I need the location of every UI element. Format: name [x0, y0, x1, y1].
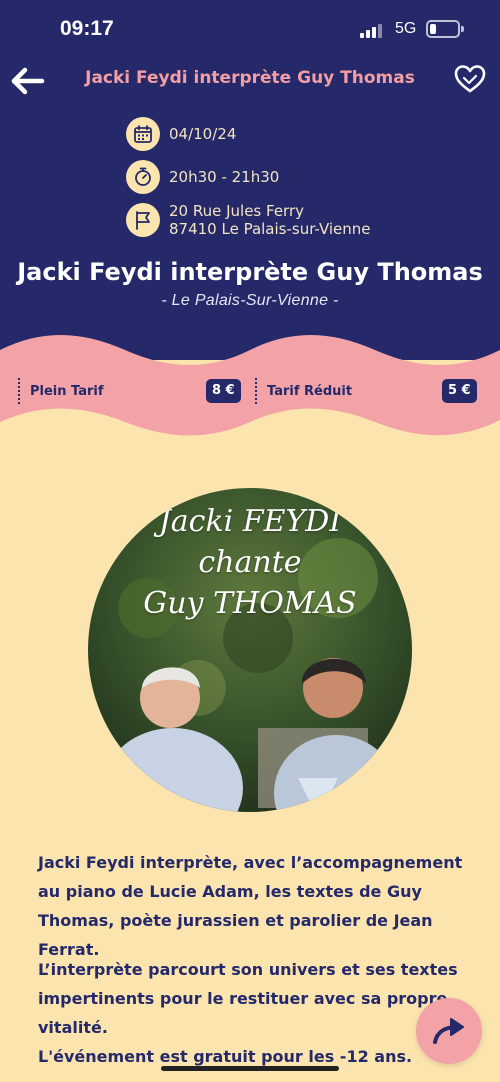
- event-time: 20h30 - 21h30: [169, 168, 280, 186]
- network-label: 5G: [395, 20, 417, 37]
- price-divider: [255, 378, 257, 404]
- photo-caption-line3: Guy THOMAS: [143, 586, 357, 621]
- price-reduced: Tarif Réduit: [255, 378, 352, 404]
- flag-icon: [126, 203, 160, 237]
- top-bar-title: Jacki Feydi interprète Guy Thomas: [85, 68, 415, 88]
- price-reduced-label: Tarif Réduit: [267, 383, 353, 399]
- event-date: 04/10/24: [169, 125, 237, 143]
- stopwatch-icon: [126, 160, 160, 194]
- description-paragraph-1: Jacki Feydi interprète, avec l’accompagn…: [38, 853, 463, 959]
- photo-caption-line2: chante: [198, 545, 302, 580]
- description-paragraph-2: L’interprète parcourt son univers et ses…: [38, 960, 458, 1037]
- price-full-label: Plein Tarif: [30, 383, 104, 399]
- event-photo: Jacki FEYDI chante Guy THOMAS: [88, 488, 412, 812]
- status-time: 09:17: [60, 17, 114, 40]
- heart-icon: [454, 65, 486, 93]
- status-bar: 09:17 5G: [0, 0, 500, 60]
- arrow-left-icon: [11, 67, 45, 95]
- share-arrow-icon: [433, 1018, 464, 1044]
- price-divider: [18, 378, 20, 404]
- battery-tip: [461, 26, 464, 32]
- event-date-row: 04/10/24: [126, 117, 236, 151]
- event-address: 20 Rue Jules Ferry 87410 Le Palais-sur-V…: [169, 202, 371, 238]
- event-city: - Le Palais-Sur-Vienne -: [161, 292, 339, 309]
- event-address-row: 20 Rue Jules Ferry 87410 Le Palais-sur-V…: [126, 202, 371, 238]
- favorite-button[interactable]: [454, 64, 490, 98]
- price-full-value: 8 €: [206, 379, 241, 403]
- home-indicator[interactable]: [161, 1066, 339, 1071]
- share-button[interactable]: [416, 998, 482, 1064]
- photo-caption-line1: Jacki FEYDI: [158, 504, 342, 539]
- address-line1: 20 Rue Jules Ferry: [169, 202, 304, 220]
- event-title: Jacki Feydi interprète Guy Thomas: [17, 258, 483, 286]
- price-full: Plein Tarif: [18, 378, 104, 404]
- calendar-icon: [126, 117, 160, 151]
- event-time-row: 20h30 - 21h30: [126, 160, 279, 194]
- back-button[interactable]: [10, 64, 50, 98]
- signal-icon: [360, 22, 384, 38]
- address-line2: 87410 Le Palais-sur-Vienne: [169, 220, 371, 238]
- price-reduced-value: 5 €: [442, 379, 477, 403]
- battery-icon: [426, 20, 460, 38]
